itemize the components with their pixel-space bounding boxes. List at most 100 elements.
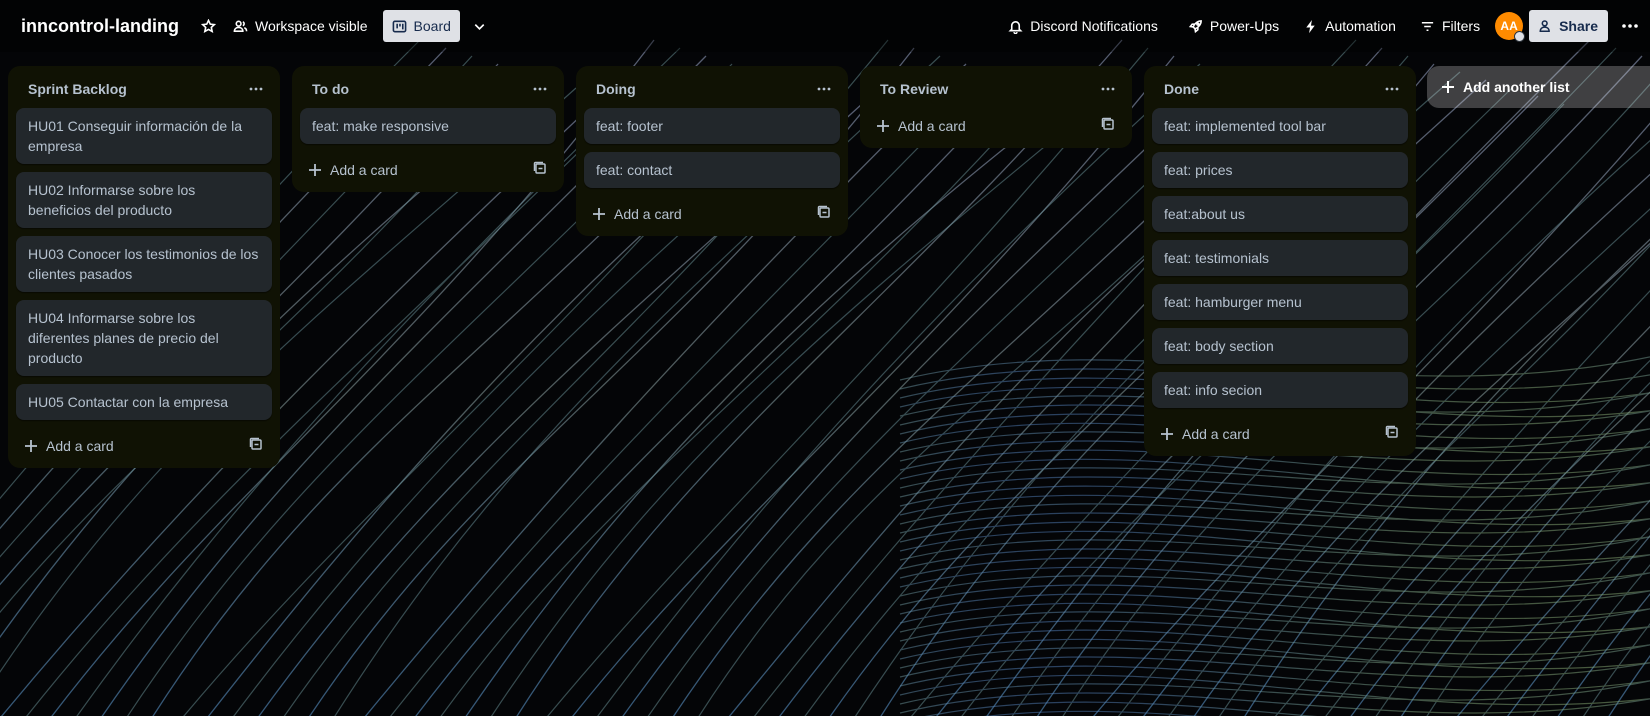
admin-badge-icon <box>1514 31 1526 42</box>
list: Sprint Backlog HU01 Conseguir información… <box>8 66 280 468</box>
board-header: inncontrol-landing Workspace visible Boa… <box>0 0 1650 52</box>
card[interactable]: feat: prices <box>1152 152 1408 188</box>
more-horizontal-icon <box>1385 87 1399 91</box>
more-horizontal-icon <box>1101 87 1115 91</box>
add-card-button[interactable]: Add a card <box>876 118 966 134</box>
bell-icon <box>1008 20 1023 34</box>
rocket-icon <box>1188 19 1202 33</box>
list: Done feat: implemented tool bar feat: pric… <box>1144 66 1416 456</box>
list: To do feat: make responsive Add a card <box>292 66 564 192</box>
card[interactable]: HU03 Conocer los testimonios de los clie… <box>16 236 272 292</box>
add-card-label: Add a card <box>330 162 398 178</box>
add-card-row: Add a card <box>1152 416 1408 452</box>
plus-icon <box>309 164 321 176</box>
create-from-template-button[interactable] <box>816 204 832 225</box>
list-header: To do <box>300 74 556 104</box>
people-icon <box>233 20 248 32</box>
create-from-template-button[interactable] <box>1384 424 1400 445</box>
add-card-row: Add a card <box>868 108 1124 144</box>
more-horizontal-icon <box>1622 24 1638 28</box>
board-menu-button[interactable] <box>1610 10 1650 42</box>
board-view-label: Board <box>413 18 451 34</box>
card[interactable]: HU02 Informarse sobre los beneficios del… <box>16 172 272 228</box>
filters-label: Filters <box>1441 18 1481 34</box>
automation-button[interactable]: Automation <box>1294 10 1405 42</box>
filters-button[interactable]: Filters <box>1411 10 1489 42</box>
card[interactable]: feat: hamburger menu <box>1152 284 1408 320</box>
chevron-down-icon <box>474 23 485 30</box>
add-another-list-button[interactable]: Add another list <box>1427 66 1650 108</box>
more-horizontal-icon <box>533 87 547 91</box>
list-title[interactable]: To Review <box>880 81 948 97</box>
add-card-button[interactable]: Add a card <box>308 162 398 178</box>
add-card-label: Add a card <box>898 118 966 134</box>
list-title[interactable]: Sprint Backlog <box>28 81 127 97</box>
list: To Review Add a card <box>860 66 1132 148</box>
automation-label: Automation <box>1325 18 1396 34</box>
card[interactable]: feat: info secion <box>1152 372 1408 408</box>
card[interactable]: feat: contact <box>584 152 840 188</box>
add-card-row: Add a card <box>584 196 840 232</box>
card[interactable]: HU04 Informarse sobre los diferentes pla… <box>16 300 272 376</box>
list-title[interactable]: Done <box>1164 81 1199 97</box>
template-icon <box>817 205 830 218</box>
powerups-label: Power-Ups <box>1209 18 1280 34</box>
star-icon <box>200 18 216 33</box>
plus-icon <box>25 440 37 452</box>
add-card-label: Add a card <box>1182 426 1250 442</box>
avatar-initials: AA <box>1500 19 1518 33</box>
template-icon <box>1101 117 1114 130</box>
list-header: Sprint Backlog <box>16 74 272 104</box>
plus-icon <box>593 208 605 220</box>
visibility-label: Workspace visible <box>254 18 368 34</box>
card[interactable]: feat: testimonials <box>1152 240 1408 276</box>
add-card-button[interactable]: Add a card <box>24 438 114 454</box>
list-menu-button[interactable] <box>812 77 836 101</box>
board-icon <box>392 20 406 32</box>
plus-icon <box>877 120 889 132</box>
list-header: Doing <box>584 74 840 104</box>
discord-notifications-button[interactable]: Discord Notifications <box>999 10 1167 42</box>
card[interactable]: feat: footer <box>584 108 840 144</box>
card[interactable]: HU05 Contactar con la empresa <box>16 384 272 420</box>
list-header: Done <box>1152 74 1408 104</box>
board-title[interactable]: inncontrol-landing <box>21 16 179 37</box>
card[interactable]: HU01 Conseguir información de la empresa <box>16 108 272 164</box>
share-label: Share <box>1559 18 1598 34</box>
create-from-template-button[interactable] <box>532 160 548 181</box>
list-title[interactable]: To do <box>312 81 349 97</box>
board-view-button[interactable]: Board <box>382 10 460 42</box>
star-button[interactable] <box>193 10 224 42</box>
list-title[interactable]: Doing <box>596 81 636 97</box>
card[interactable]: feat: implemented tool bar <box>1152 108 1408 144</box>
list-menu-button[interactable] <box>1096 77 1120 101</box>
create-from-template-button[interactable] <box>248 436 264 457</box>
lightning-icon <box>1306 19 1315 33</box>
more-horizontal-icon <box>817 87 831 91</box>
create-from-template-button[interactable] <box>1100 116 1116 137</box>
add-card-button[interactable]: Add a card <box>1160 426 1250 442</box>
discord-notifications-label: Discord Notifications <box>1030 18 1158 34</box>
card[interactable]: feat: make responsive <box>300 108 556 144</box>
card[interactable]: feat: body section <box>1152 328 1408 364</box>
template-icon <box>249 437 262 450</box>
add-card-row: Add a card <box>300 152 556 188</box>
view-switcher-button[interactable] <box>464 10 495 42</box>
avatar[interactable]: AA <box>1495 12 1526 42</box>
add-list-label: Add another list <box>1463 79 1570 95</box>
template-icon <box>533 161 546 174</box>
template-icon <box>1385 425 1398 438</box>
add-card-label: Add a card <box>46 438 114 454</box>
share-button[interactable]: Share <box>1529 10 1608 42</box>
visibility-button[interactable]: Workspace visible <box>224 10 377 42</box>
list: Doing feat: footer feat: contact Add a card <box>576 66 848 236</box>
add-card-row: Add a card <box>16 428 272 464</box>
powerups-button[interactable]: Power-Ups <box>1179 10 1288 42</box>
list-menu-button[interactable] <box>1380 77 1404 101</box>
add-card-button[interactable]: Add a card <box>592 206 682 222</box>
filter-icon <box>1421 21 1434 31</box>
list-menu-button[interactable] <box>528 77 552 101</box>
list-menu-button[interactable] <box>244 77 268 101</box>
plus-icon <box>1161 428 1173 440</box>
card[interactable]: feat:about us <box>1152 196 1408 232</box>
